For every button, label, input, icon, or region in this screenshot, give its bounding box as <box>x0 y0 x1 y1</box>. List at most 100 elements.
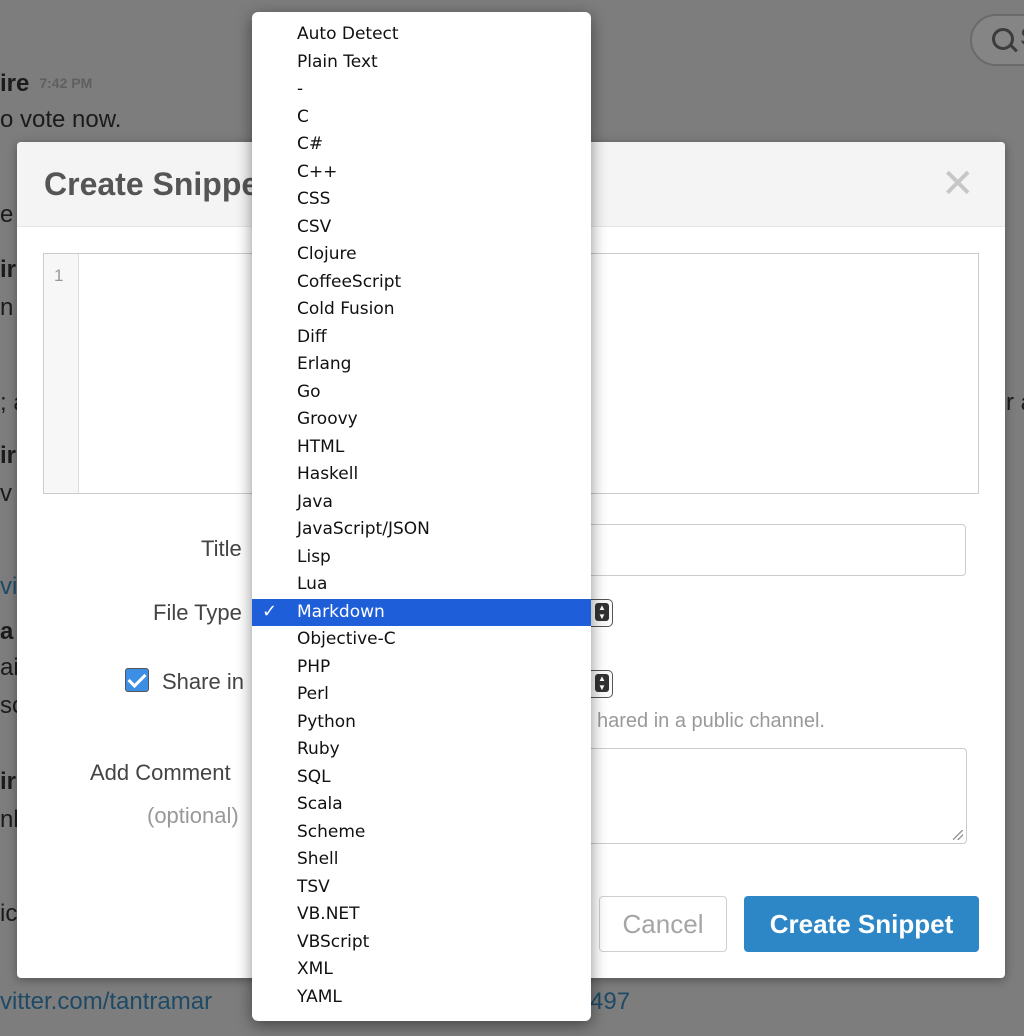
menu-item-scala[interactable]: Scala <box>252 791 591 819</box>
file-type-label: File Type <box>153 600 242 625</box>
share-hint: hared in a public channel. <box>597 710 825 732</box>
menu-item-vbscript[interactable]: VBScript <box>252 929 591 957</box>
modal-title: Create Snippet <box>44 166 270 202</box>
line-number: 1 <box>54 266 64 285</box>
menu-item-label: Clojure <box>297 244 357 264</box>
menu-item-label: Diff <box>297 326 327 347</box>
bg-line: vi <box>0 573 18 600</box>
menu-item-plain-text[interactable]: Plain Text <box>252 49 591 77</box>
share-in-label: Share in <box>162 669 244 694</box>
menu-item-lisp[interactable]: Lisp <box>252 544 591 572</box>
menu-item-label: Perl <box>297 684 329 704</box>
menu-item-go[interactable]: Go <box>252 379 591 407</box>
create-snippet-button[interactable]: Create Snippet <box>744 896 979 952</box>
select-arrows-icon: ▲ ▼ <box>595 603 609 621</box>
search-icon <box>992 28 1014 50</box>
add-comment-label: Add Comment <box>90 760 231 785</box>
menu-item-c[interactable]: C <box>252 104 591 132</box>
menu-item-vb-net[interactable]: VB.NET <box>252 901 591 929</box>
menu-item-c[interactable]: C# <box>252 131 591 159</box>
menu-item-label: Plain Text <box>297 51 378 72</box>
menu-item-label: Groovy <box>297 409 358 429</box>
menu-item-label: YAML <box>297 986 342 1007</box>
menu-item-label: Scheme <box>297 821 366 842</box>
menu-item-label: Erlang <box>297 354 352 374</box>
title-label: Title <box>201 536 242 561</box>
menu-item-java[interactable]: Java <box>252 489 591 517</box>
menu-item-perl[interactable]: Perl <box>252 681 591 709</box>
menu-item-label: Markdown <box>297 601 385 622</box>
line-number-gutter: 1 <box>44 254 79 493</box>
menu-item-csv[interactable]: CSV <box>252 214 591 242</box>
menu-item-cold-fusion[interactable]: Cold Fusion <box>252 296 591 324</box>
menu-item-label: CSV <box>297 216 332 237</box>
menu-item-label: Java <box>297 491 333 512</box>
menu-item-sql[interactable]: SQL <box>252 764 591 792</box>
menu-item-clojure[interactable]: Clojure <box>252 241 591 269</box>
bg-link: vitter.com/tantramar <box>0 988 213 1015</box>
menu-item-erlang[interactable]: Erlang <box>252 351 591 379</box>
menu-item-haskell[interactable]: Haskell <box>252 461 591 489</box>
menu-item-label: XML <box>297 959 333 979</box>
menu-item-label: TSV <box>297 876 330 897</box>
search-placeholder: S <box>1020 24 1024 52</box>
menu-item-label: SQL <box>297 766 331 787</box>
menu-item-coffeescript[interactable]: CoffeeScript <box>252 269 591 297</box>
menu-item-javascript-json[interactable]: JavaScript/JSON <box>252 516 591 544</box>
cancel-button[interactable]: Cancel <box>599 896 727 952</box>
menu-item-css[interactable]: CSS <box>252 186 591 214</box>
bg-line: n <box>0 294 14 321</box>
menu-item-tsv[interactable]: TSV <box>252 874 591 902</box>
menu-item-label: Haskell <box>297 464 359 484</box>
menu-item-label: C <box>297 106 309 127</box>
menu-item-label: CoffeeScript <box>297 271 402 292</box>
menu-item-html[interactable]: HTML <box>252 434 591 462</box>
bg-link: 497 <box>590 988 631 1015</box>
comment-textarea[interactable] <box>587 748 967 844</box>
bg-line: ic <box>0 900 18 927</box>
menu-item-label: Cold Fusion <box>297 299 395 319</box>
menu-item-label: Scala <box>297 794 343 814</box>
menu-item-objective-c[interactable]: Objective-C <box>252 626 591 654</box>
menu-item-label: VBScript <box>297 931 370 952</box>
menu-item-label: Python <box>297 711 356 732</box>
menu-item-auto-detect[interactable]: Auto Detect <box>252 21 591 49</box>
bg-line: ire 7:42 PM <box>0 70 93 97</box>
bg-line: e <box>0 201 14 228</box>
menu-item-ruby[interactable]: Ruby <box>252 736 591 764</box>
bg-line: a <box>0 618 14 645</box>
menu-item-label: Auto Detect <box>297 24 399 44</box>
menu-item-label: Shell <box>297 849 339 869</box>
menu-item-label: VB.NET <box>297 904 360 924</box>
bg-search-box: S <box>970 14 1024 66</box>
menu-item-python[interactable]: Python <box>252 709 591 737</box>
bg-timestamp: 7:42 PM <box>39 75 93 91</box>
share-checkbox[interactable] <box>125 668 149 692</box>
menu-item-label: Ruby <box>297 739 340 759</box>
menu-item-label: CSS <box>297 189 331 209</box>
bg-line: ai <box>0 654 19 681</box>
menu-item-[interactable]: - <box>252 76 591 104</box>
close-icon[interactable]: ✕ <box>941 160 975 208</box>
menu-item-label: - <box>297 79 304 99</box>
menu-item-lua[interactable]: Lua <box>252 571 591 599</box>
menu-item-label: PHP <box>297 656 331 677</box>
menu-item-groovy[interactable]: Groovy <box>252 406 591 434</box>
menu-item-markdown[interactable]: ✓ Markdown <box>252 598 591 626</box>
menu-item-label: C++ <box>297 161 338 182</box>
menu-item-xml[interactable]: XML <box>252 956 591 984</box>
menu-item-shell[interactable]: Shell <box>252 846 591 874</box>
resize-grip-icon[interactable] <box>953 830 963 840</box>
menu-item-label: HTML <box>297 436 345 457</box>
bg-line: ir <box>0 442 17 469</box>
menu-item-scheme[interactable]: Scheme <box>252 819 591 847</box>
menu-item-label: Objective-C <box>297 629 396 649</box>
select-arrows-icon: ▲ ▼ <box>595 674 609 692</box>
menu-item-diff[interactable]: Diff <box>252 324 591 352</box>
menu-item-yaml[interactable]: YAML <box>252 984 591 1012</box>
file-type-dropdown-menu: Auto Detect Plain Text - C C# C++ CSS CSV Clojur… <box>252 12 591 1021</box>
optional-label: (optional) <box>147 803 239 828</box>
menu-item-label: Lisp <box>297 546 331 567</box>
menu-item-c[interactable]: C++ <box>252 159 591 187</box>
menu-item-php[interactable]: PHP <box>252 654 591 682</box>
